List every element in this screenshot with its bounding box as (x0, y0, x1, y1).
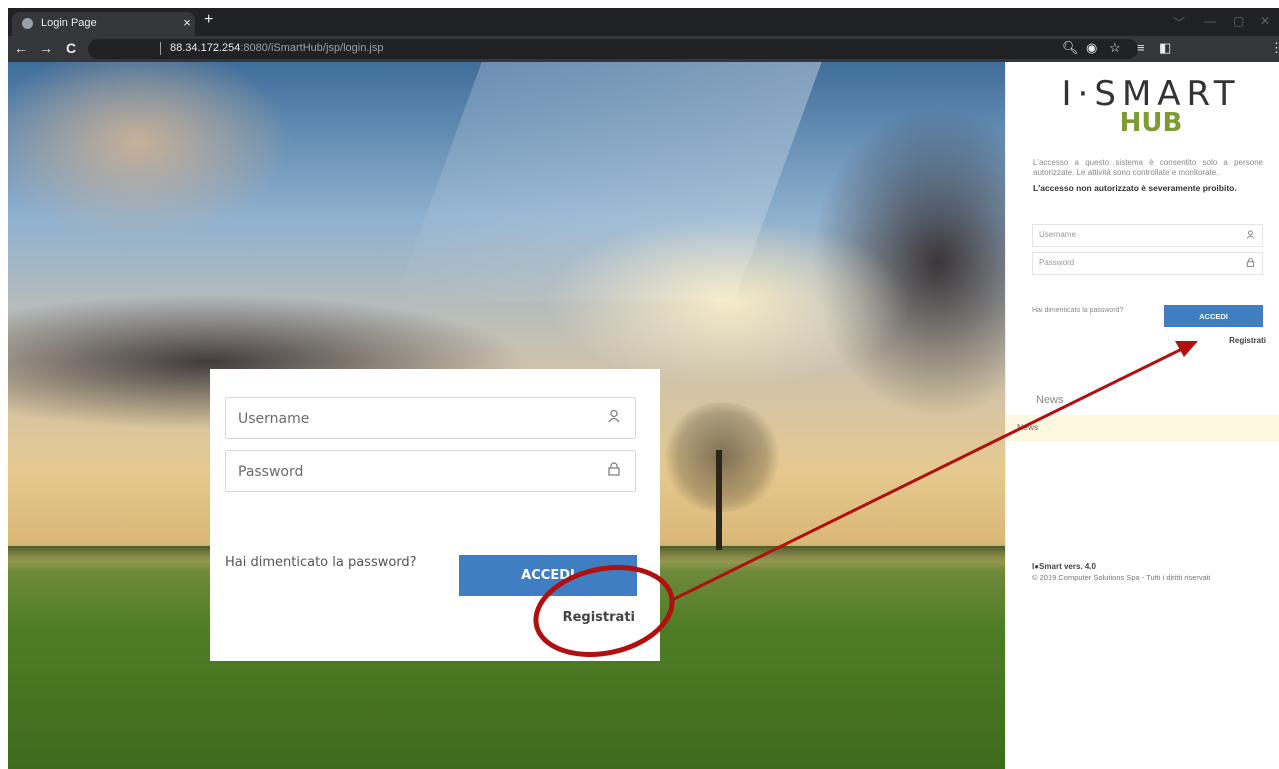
access-warning: L'accesso non autorizzato è severamente … (1033, 183, 1237, 193)
password-input[interactable] (238, 461, 578, 483)
news-item[interactable]: News (1017, 422, 1038, 432)
browser-window: Login Page × + ﹀ — ▢ ✕ ← → C 88.34.172.2… (8, 8, 1279, 769)
omnibox[interactable]: 88.34.172.254:8080/iSmartHub/jsp/login.j… (88, 39, 1138, 59)
panel-username-field[interactable] (1032, 224, 1263, 247)
accedi-button[interactable]: ACCEDI (459, 555, 637, 596)
password-field[interactable] (225, 450, 636, 492)
panel-registrati-link[interactable]: Registrati (1229, 336, 1266, 345)
registrati-link[interactable]: Registrati (563, 610, 635, 625)
user-icon (607, 409, 621, 426)
zoomed-login-card: Hai dimenticato la password? ACCEDI Regi… (210, 369, 660, 661)
eye-icon[interactable]: ◉ (1086, 40, 1097, 56)
back-icon[interactable]: ← (14, 40, 28, 56)
background-image: Hai dimenticato la password? ACCEDI Regi… (8, 62, 1005, 769)
tree-trunk (716, 450, 722, 550)
url-text[interactable]: 88.34.172.254:8080/iSmartHub/jsp/login.j… (170, 42, 383, 54)
login-panel: I·SMART HUB L'accesso a questo sistema è… (1005, 62, 1279, 769)
reload-icon[interactable]: C (66, 40, 76, 56)
lock-icon (607, 462, 621, 479)
url-path: :8080/iSmartHub/jsp/login.jsp (240, 42, 384, 54)
news-heading: News (1036, 394, 1064, 406)
copyright-label: © 2019 Computer Solutions Spa - Tutti i … (1032, 573, 1211, 582)
ismart-hub-logo: I·SMART HUB (1051, 74, 1251, 138)
menu-icon[interactable]: ⋮ (1270, 40, 1279, 56)
page-content: Hai dimenticato la password? ACCEDI Regi… (8, 62, 1279, 769)
tree-crown (663, 402, 781, 512)
tab-bar: Login Page × + ﹀ — ▢ ✕ (8, 8, 1279, 36)
tab-title: Login Page (41, 17, 97, 29)
panel-password-field[interactable] (1032, 252, 1263, 275)
star-icon[interactable]: ☆ (1109, 40, 1121, 56)
tab-search-icon[interactable]: ﹀ (1173, 14, 1185, 31)
username-input[interactable] (238, 408, 578, 430)
lock-icon (1246, 258, 1255, 269)
panel-accedi-button[interactable]: ACCEDI (1164, 305, 1263, 327)
url-host: 88.34.172.254 (170, 42, 241, 54)
panel-username-input[interactable] (1039, 230, 1219, 239)
minimize-icon[interactable]: — (1204, 14, 1216, 28)
tab-login-page[interactable]: Login Page × (12, 12, 195, 36)
news-bar (1006, 415, 1279, 441)
new-tab-icon[interactable]: + (204, 11, 213, 29)
url-separator (160, 42, 161, 55)
version-label: I●Smart vers. 4.0 (1032, 562, 1096, 571)
sun-rays (394, 62, 822, 302)
maximize-icon[interactable]: ▢ (1233, 14, 1244, 28)
tab-close-icon[interactable]: × (179, 15, 195, 30)
reading-list-icon[interactable]: ≡ (1137, 40, 1145, 55)
search-icon[interactable]: 🔍︎ (1062, 40, 1079, 56)
username-field[interactable] (225, 397, 636, 439)
panel-forgot-password-link[interactable]: Hai dimenticato la password? (1032, 307, 1123, 314)
address-bar: ← → C 88.34.172.254:8080/iSmartHub/jsp/l… (8, 36, 1279, 62)
access-notice: L'accesso a questo sistema è consentito … (1033, 158, 1263, 177)
user-icon (1246, 230, 1255, 241)
favicon-icon (22, 18, 33, 29)
forward-icon[interactable]: → (39, 40, 53, 56)
close-window-icon[interactable]: ✕ (1260, 14, 1270, 28)
sidepanel-icon[interactable]: ◧ (1159, 40, 1171, 56)
forgot-password-link[interactable]: Hai dimenticato la password? (225, 555, 417, 570)
panel-password-input[interactable] (1039, 258, 1219, 267)
